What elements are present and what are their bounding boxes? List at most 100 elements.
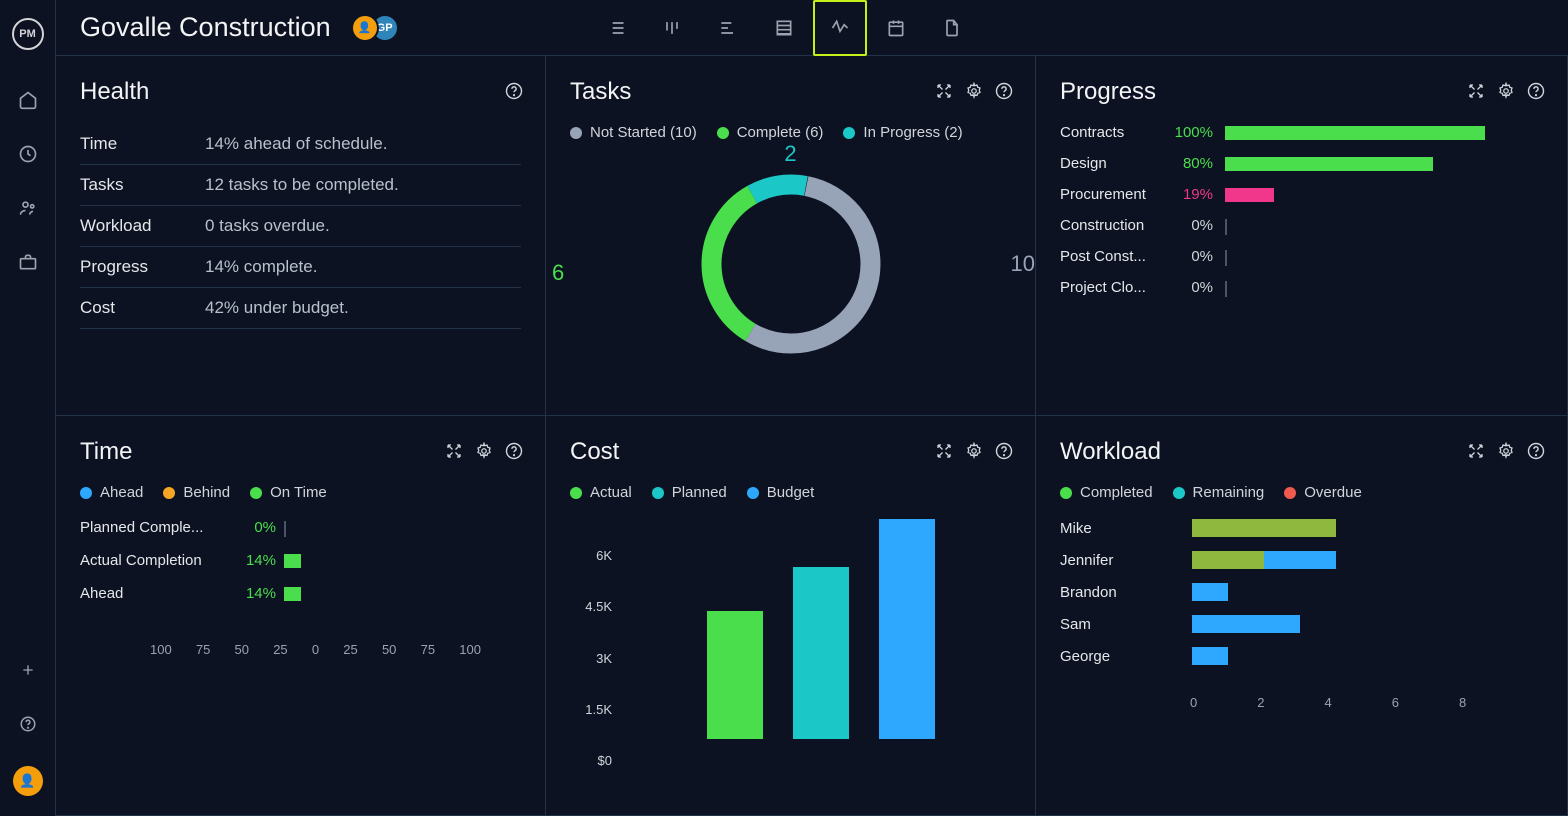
legend-dot-icon [250,487,262,499]
legend-item: Complete (6) [717,124,824,141]
help-icon[interactable] [503,80,525,102]
legend-label: Planned [672,484,727,501]
legend-label: Not Started (10) [590,124,697,141]
axis-tick: 1.5K [570,702,612,717]
legend-label: Remaining [1193,484,1265,501]
legend-item: In Progress (2) [843,124,962,141]
axis-tick: 25 [273,642,287,657]
health-row-value: 14% ahead of schedule. [205,124,521,165]
workload-bar [1192,615,1543,633]
expand-icon[interactable] [1465,440,1487,462]
workload-bar [1192,647,1543,665]
axis-tick: 8 [1459,695,1466,710]
time-bar [284,554,521,568]
tasks-donut-chart: 2 6 10 [570,159,1011,369]
gear-icon[interactable] [1495,80,1517,102]
progress-bar [1225,188,1543,202]
expand-icon[interactable] [933,80,955,102]
legend-label: Overdue [1304,484,1362,501]
axis-tick: 3K [570,651,612,666]
nav-home-icon[interactable] [16,88,40,112]
axis-tick: 50 [235,642,249,657]
view-files-icon[interactable] [925,0,979,56]
panel-time: Time AheadBehindOn Time Planned Comple..… [56,416,546,816]
legend-dot-icon [163,487,175,499]
axis-tick: 25 [343,642,357,657]
gear-icon[interactable] [963,80,985,102]
help-icon[interactable] [993,440,1015,462]
nav-add-icon[interactable] [16,658,40,682]
health-row-label: Workload [80,206,205,247]
app-logo[interactable]: PM [12,18,44,50]
help-icon[interactable] [993,80,1015,102]
view-sheet-icon[interactable] [757,0,811,56]
legend-label: In Progress (2) [863,124,962,141]
donut-label-complete: 6 [552,260,564,286]
topbar: Govalle Construction 👤 GP [56,0,1568,56]
view-dashboard-icon[interactable] [813,0,867,56]
legend-label: Budget [767,484,815,501]
panel-progress: Progress Contracts100%Design80%Procureme… [1036,56,1568,416]
legend-label: On Time [270,484,327,501]
help-icon[interactable] [1525,80,1547,102]
axis-tick: 100 [150,642,172,657]
legend-item: Ahead [80,484,143,501]
workload-bar [1192,583,1543,601]
axis-tick: 50 [382,642,396,657]
view-board-icon[interactable] [645,0,699,56]
axis-tick: 75 [196,642,210,657]
health-row-value: 12 tasks to be completed. [205,165,521,206]
user-avatar-icon[interactable]: 👤 [13,766,43,796]
view-gantt-icon[interactable] [701,0,755,56]
panel-title: Health [80,78,521,106]
expand-icon[interactable] [933,440,955,462]
gear-icon[interactable] [1495,440,1517,462]
axis-tick: 6 [1392,695,1399,710]
avatar-1[interactable]: 👤 [351,14,379,42]
view-list-icon[interactable] [589,0,643,56]
gear-icon[interactable] [963,440,985,462]
help-icon[interactable] [1525,440,1547,462]
nav-clock-icon[interactable] [16,142,40,166]
cost-bar-chart [630,519,1011,739]
legend-label: Actual [590,484,632,501]
nav-team-icon[interactable] [16,196,40,220]
legend-dot-icon [652,487,664,499]
axis-tick: 100 [459,642,481,657]
legend-item: Behind [163,484,230,501]
legend-dot-icon [1173,487,1185,499]
time-row-pct: 0% [228,519,276,536]
progress-row-name: Design [1060,155,1155,172]
nav-briefcase-icon[interactable] [16,250,40,274]
donut-label-notstarted: 10 [1011,251,1035,277]
axis-tick: 4.5K [570,599,612,614]
progress-row-name: Project Clo... [1060,279,1155,296]
progress-bar [1225,250,1543,264]
legend-dot-icon [570,487,582,499]
view-calendar-icon[interactable] [869,0,923,56]
progress-row-pct: 100% [1167,124,1213,141]
legend-item: Actual [570,484,632,501]
legend-dot-icon [747,487,759,499]
progress-bar [1225,126,1543,140]
member-avatars[interactable]: 👤 GP [351,14,399,42]
help-icon[interactable] [503,440,525,462]
cost-bar-planned [793,567,849,739]
legend-dot-icon [570,127,582,139]
expand-icon[interactable] [443,440,465,462]
expand-icon[interactable] [1465,80,1487,102]
progress-row-pct: 0% [1167,248,1213,265]
panel-tasks: Tasks Not Started (10)Complete (6)In Pro… [546,56,1036,416]
legend-dot-icon [80,487,92,499]
legend-label: Ahead [100,484,143,501]
axis-tick: 2 [1257,695,1264,710]
legend-item: Remaining [1173,484,1265,501]
gear-icon[interactable] [473,440,495,462]
nav-help-icon[interactable] [16,712,40,736]
progress-row-pct: 0% [1167,279,1213,296]
panel-health: Health Time14% ahead of schedule.Tasks12… [56,56,546,416]
axis-tick: 4 [1324,695,1331,710]
health-row-label: Cost [80,288,205,329]
health-row-value: 0 tasks overdue. [205,206,521,247]
workload-row-name: Mike [1060,520,1180,537]
